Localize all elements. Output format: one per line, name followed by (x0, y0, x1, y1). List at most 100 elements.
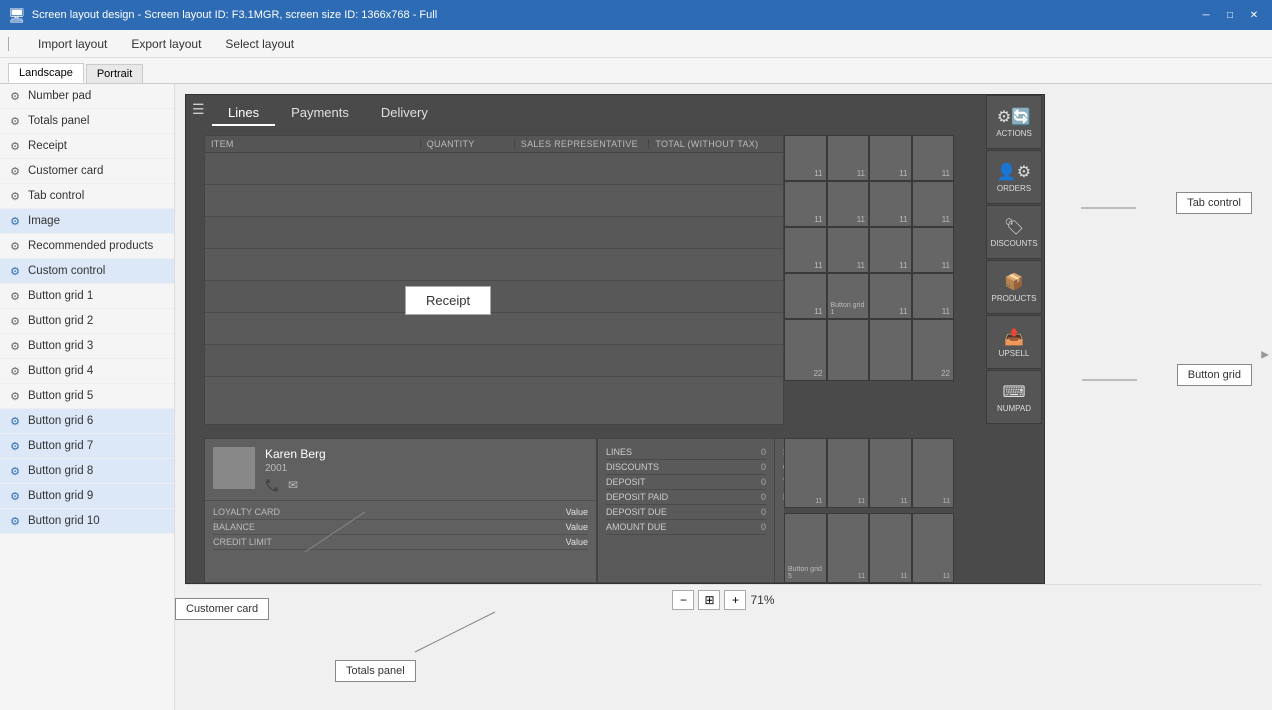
grid-cell[interactable]: 11 (784, 273, 827, 319)
sidebar-item-button-grid-7[interactable]: ⚙ Button grid 7 (0, 434, 174, 459)
grid-cell[interactable]: 11 (827, 181, 870, 227)
grid-cell[interactable]: 11 (912, 273, 955, 319)
import-layout-menu[interactable]: Import layout (34, 35, 111, 53)
grid-row: 11 11 11 11 (784, 135, 954, 181)
sidebar-item-receipt[interactable]: ⚙ Receipt (0, 134, 174, 159)
lines-label: LINES (606, 447, 632, 457)
close-button[interactable]: ✕ (1244, 5, 1264, 25)
table-row (205, 217, 783, 249)
sidebar-label-image: Image (28, 215, 60, 227)
grid-cell[interactable]: 11 (912, 438, 955, 508)
deposit-paid-label: DEPOSIT PAID (606, 492, 668, 502)
grid-cell[interactable]: 11 (869, 181, 912, 227)
preview-tab-delivery[interactable]: Delivery (365, 101, 444, 126)
preview-tab-lines[interactable]: Lines (212, 101, 275, 126)
gear-icon: ⚙ (8, 239, 22, 253)
sidebar-label-number-pad: Number pad (28, 90, 91, 102)
grid-cell[interactable]: 11 (784, 438, 827, 508)
grid-cell[interactable]: 22 (912, 319, 955, 381)
sidebar-item-totals-panel[interactable]: ⚙ Totals panel (0, 109, 174, 134)
sidebar-item-button-grid-5[interactable]: ⚙ Button grid 5 (0, 384, 174, 409)
select-layout-menu[interactable]: Select layout (221, 35, 298, 53)
hamburger-icon[interactable]: ☰ (192, 101, 205, 118)
orders-button[interactable]: 👤⚙ ORDERS (986, 150, 1042, 204)
grid-cell[interactable]: 11 (784, 135, 827, 181)
zoom-out-button[interactable]: − (672, 590, 694, 610)
tab-portrait[interactable]: Portrait (86, 64, 143, 83)
products-button[interactable]: 📦 PRODUCTS (986, 260, 1042, 314)
main-layout: ⚙ Number pad ⚙ Totals panel ⚙ Receipt ⚙ … (0, 84, 1272, 710)
grid-cell[interactable]: 11 (869, 438, 912, 508)
grid-cell[interactable]: 11 (784, 181, 827, 227)
sidebar-label-button-grid-10: Button grid 10 (28, 515, 100, 527)
grid-cell[interactable]: 11 (912, 513, 955, 583)
grid-cell[interactable]: 11 (912, 227, 955, 273)
gear-icon: ⚙ (8, 289, 22, 303)
totals-row-deposit-due: DEPOSIT DUE 0 (606, 505, 766, 520)
upsell-button[interactable]: 📤 UPSELL (986, 315, 1042, 369)
grid-cell[interactable]: 11 (827, 227, 870, 273)
email-icon: ✉ (288, 478, 298, 492)
content-area: ☰ Lines Payments Delivery ITEM QUANTITY … (175, 84, 1272, 710)
grid-cell[interactable]: 11 (827, 438, 870, 508)
sidebar-item-number-pad[interactable]: ⚙ Number pad (0, 84, 174, 109)
sidebar-item-customer-card[interactable]: ⚙ Customer card (0, 159, 174, 184)
sidebar-item-tab-control[interactable]: ⚙ Tab control (0, 184, 174, 209)
deposit-label: DEPOSIT (606, 477, 646, 487)
grid-cell[interactable]: 11 (784, 227, 827, 273)
numpad-button[interactable]: ⌨ NUMPAD (986, 370, 1042, 424)
grid-cell[interactable]: 11 (869, 227, 912, 273)
discounts-icon: 🏷 (1004, 217, 1024, 237)
customer-card-callout-area: Customer card (175, 598, 269, 620)
export-layout-menu[interactable]: Export layout (127, 35, 205, 53)
sidebar-item-button-grid-3[interactable]: ⚙ Button grid 3 (0, 334, 174, 359)
sidebar-item-image[interactable]: ⚙ Image (0, 209, 174, 234)
sidebar-label-button-grid-9: Button grid 9 (28, 490, 93, 502)
minimize-button[interactable]: ─ (1196, 5, 1216, 25)
sidebar-item-button-grid-6[interactable]: ⚙ Button grid 6 (0, 409, 174, 434)
discounts-label: DISCOUNTS (990, 239, 1037, 248)
grid-cell[interactable]: 11 (827, 513, 870, 583)
discounts-button[interactable]: 🏷 DISCOUNTS (986, 205, 1042, 259)
maximize-button[interactable]: □ (1220, 5, 1240, 25)
actions-button[interactable]: ⚙🔄 ACTIONS (986, 95, 1042, 149)
grid-cell[interactable]: 11 (869, 135, 912, 181)
receipt-col-total: TOTAL (WITHOUT TAX) (648, 139, 783, 149)
grid-cell[interactable] (869, 319, 912, 381)
zoom-reset-button[interactable]: ⊞ (698, 590, 720, 610)
sidebar-item-button-grid-1[interactable]: ⚙ Button grid 1 (0, 284, 174, 309)
preview-tab-payments[interactable]: Payments (275, 101, 365, 126)
grid-cell[interactable]: 11 (912, 181, 955, 227)
grid-cell[interactable]: 22 (784, 319, 827, 381)
totals-panel-callout-area: Totals panel (335, 660, 416, 682)
grid-cell[interactable]: Button grid 1 (827, 273, 870, 319)
sidebar-item-recommended[interactable]: ⚙ Recommended products (0, 234, 174, 259)
sidebar-label-button-grid-3: Button grid 3 (28, 340, 93, 352)
title-bar: 🖥 Screen layout design - Screen layout I… (0, 0, 1272, 30)
sidebar-item-button-grid-4[interactable]: ⚙ Button grid 4 (0, 359, 174, 384)
grid-cell[interactable]: 11 (869, 513, 912, 583)
sidebar-item-button-grid-2[interactable]: ⚙ Button grid 2 (0, 309, 174, 334)
gear-icon: ⚙ (8, 514, 22, 528)
grid-cell[interactable]: 11 (827, 135, 870, 181)
numpad-icon: ⌨ (1002, 382, 1025, 402)
sidebar-label-button-grid-1: Button grid 1 (28, 290, 93, 302)
sidebar-label-button-grid-6: Button grid 6 (28, 415, 93, 427)
sidebar-item-button-grid-8[interactable]: ⚙ Button grid 8 (0, 459, 174, 484)
sidebar-item-custom-control[interactable]: ⚙ Custom control (0, 259, 174, 284)
grid-cell[interactable]: 11 (869, 273, 912, 319)
grid-cell[interactable] (827, 319, 870, 381)
amount-due-value: 0 (761, 522, 766, 532)
zoom-in-button[interactable]: + (724, 590, 746, 610)
grid-cell[interactable]: Button grid 5 (784, 513, 827, 583)
sidebar-item-button-grid-10[interactable]: ⚙ Button grid 10 ▶ (0, 509, 174, 534)
grid-cell[interactable]: 11 (912, 135, 955, 181)
window-controls: ─ □ ✕ (1196, 5, 1264, 25)
receipt-col-item: ITEM (205, 139, 420, 149)
customer-name: Karen Berg (265, 447, 326, 461)
sidebar-label-button-grid-5: Button grid 5 (28, 390, 93, 402)
sidebar-item-button-grid-9[interactable]: ⚙ Button grid 9 (0, 484, 174, 509)
tab-landscape[interactable]: Landscape (8, 63, 84, 83)
gear-icon: ⚙ (8, 389, 22, 403)
button-grid-callout-area: Button grid (1177, 364, 1252, 386)
